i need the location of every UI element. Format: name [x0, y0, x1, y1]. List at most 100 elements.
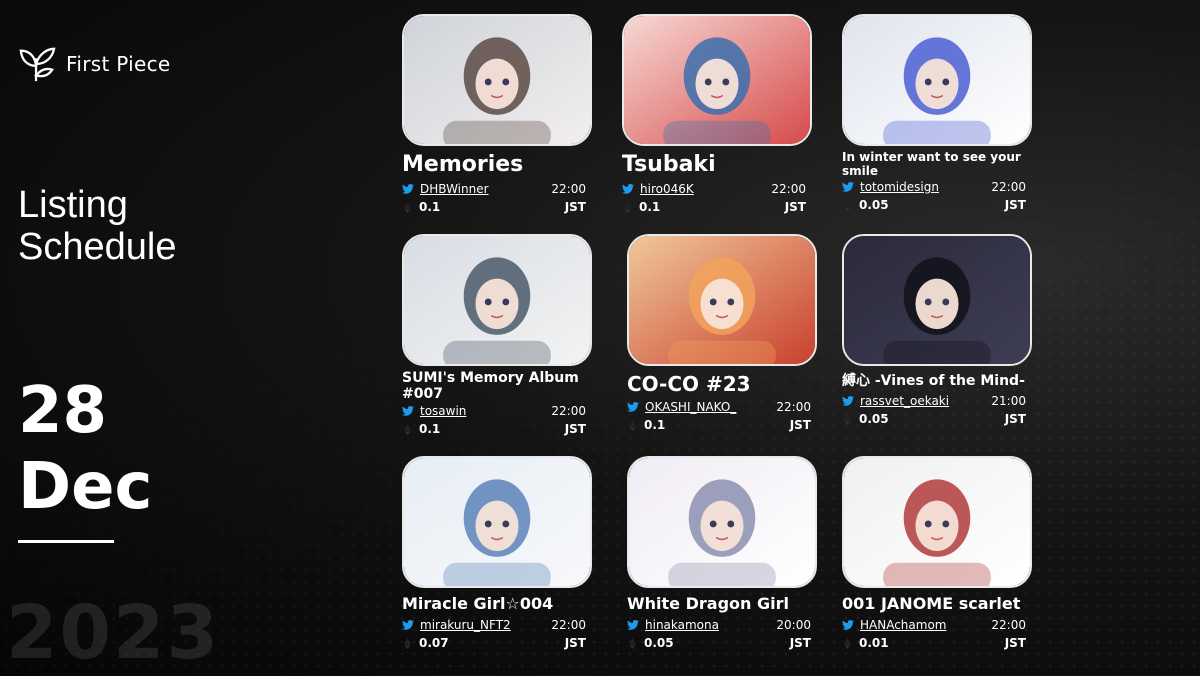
meta-row-creator: OKASHI_NAKO_ 22:00: [627, 398, 811, 416]
meta-row-creator: DHBWinner 22:00: [402, 180, 586, 198]
nft-card[interactable]: Memories DHBWinner 22:00 0.1 JST: [402, 14, 602, 216]
listing-time: 21:00: [991, 394, 1026, 408]
ethereum-icon: [404, 637, 411, 649]
meta-row-price: 0.1 JST: [627, 416, 811, 434]
ethereum-icon: [629, 637, 636, 649]
nft-card[interactable]: Tsubaki hiro046K 22:00 0.1 JST: [622, 14, 822, 216]
meta-row-creator: tosawin 22:00: [402, 402, 586, 420]
price-value: 0.05: [859, 412, 889, 426]
ethereum-icon: [844, 637, 851, 649]
meta-row-creator: rassvet_oekaki 21:00: [842, 392, 1026, 410]
timezone-label: JST: [784, 200, 806, 214]
ethereum-icon: [404, 423, 411, 435]
listing-time: 20:00: [776, 618, 811, 632]
creator-handle-link[interactable]: hiro046K: [640, 182, 694, 196]
ethereum-icon: [844, 199, 851, 211]
price-value: 0.01: [859, 636, 889, 650]
artwork-title: In winter want to see your smile: [842, 150, 1021, 178]
timezone-label: JST: [564, 200, 586, 214]
nft-card[interactable]: White Dragon Girl hinakamona 20:00 0.05 …: [627, 456, 827, 652]
nft-card[interactable]: CO-CO #23 OKASHI_NAKO_ 22:00 0.1 JST: [627, 234, 827, 434]
timezone-label: JST: [1004, 198, 1026, 212]
artwork-image: [629, 458, 815, 586]
timezone-label: JST: [564, 636, 586, 650]
price: 0.1: [402, 200, 440, 214]
artwork-thumbnail[interactable]: [402, 14, 592, 146]
creator: OKASHI_NAKO_: [627, 400, 736, 414]
nft-card[interactable]: Miracle Girl☆004 mirakuru_NFT2 22:00 0.0…: [402, 456, 602, 652]
artwork-thumbnail[interactable]: [627, 456, 817, 588]
listing-time: 22:00: [991, 618, 1026, 632]
twitter-bird-icon: [627, 402, 639, 412]
artwork-thumbnail[interactable]: [402, 234, 592, 366]
twitter-bird-icon: [402, 184, 414, 194]
price: 0.05: [627, 636, 674, 650]
meta-row-price: 0.05 JST: [627, 634, 811, 652]
artwork-title: Miracle Girl☆004: [402, 594, 554, 613]
twitter-bird-icon: [842, 182, 854, 192]
artwork-thumbnail[interactable]: [622, 14, 812, 146]
artwork-title: Tsubaki: [622, 152, 716, 177]
artwork-thumbnail[interactable]: [842, 14, 1032, 146]
price: 0.1: [627, 418, 665, 432]
timezone-label: JST: [1004, 636, 1026, 650]
meta-row-creator: HANAchamom 22:00: [842, 616, 1026, 634]
meta-row-price: 0.1 JST: [402, 420, 586, 438]
creator-handle-link[interactable]: mirakuru_NFT2: [420, 618, 511, 632]
artwork-thumbnail[interactable]: [627, 234, 817, 366]
artwork-image: [404, 236, 590, 364]
twitter-bird-icon: [622, 184, 634, 194]
creator-handle-link[interactable]: DHBWinner: [420, 182, 489, 196]
timezone-label: JST: [1004, 412, 1026, 426]
page-heading: Listing Schedule: [18, 184, 258, 268]
artwork-image: [629, 236, 815, 364]
artwork-image: [624, 16, 810, 144]
twitter-bird-icon: [627, 620, 639, 630]
ethereum-icon: [844, 413, 851, 425]
creator: totomidesign: [842, 180, 939, 194]
creator: HANAchamom: [842, 618, 946, 632]
ethereum-icon: [404, 201, 411, 213]
creator: rassvet_oekaki: [842, 394, 949, 408]
nft-card[interactable]: 縛心 -Vines of the Mind- rassvet_oekaki 21…: [842, 234, 1042, 428]
heading-line-2: Schedule: [18, 226, 177, 268]
twitter-bird-icon: [402, 620, 414, 630]
creator-handle-link[interactable]: totomidesign: [860, 180, 939, 194]
price: 0.05: [842, 198, 889, 212]
artwork-image: [844, 16, 1030, 144]
price-value: 0.1: [639, 200, 661, 214]
creator-handle-link[interactable]: hinakamona: [645, 618, 719, 632]
artwork-thumbnail[interactable]: [842, 234, 1032, 366]
price-value: 0.07: [419, 636, 449, 650]
price-value: 0.05: [644, 636, 674, 650]
artwork-image: [844, 236, 1030, 364]
timezone-label: JST: [564, 422, 586, 436]
brand-name: First Piece: [66, 52, 171, 76]
leaf-logo-icon: [19, 47, 56, 82]
date-day: 28: [18, 374, 108, 448]
meta-row-creator: hiro046K 22:00: [622, 180, 806, 198]
timezone-label: JST: [789, 636, 811, 650]
meta-row-price: 0.05 JST: [842, 196, 1026, 214]
nft-card[interactable]: In winter want to see your smile totomid…: [842, 14, 1042, 214]
nft-card[interactable]: SUMI's Memory Album #007 tosawin 22:00 0…: [402, 234, 602, 438]
price: 0.1: [402, 422, 440, 436]
creator: mirakuru_NFT2: [402, 618, 511, 632]
artwork-thumbnail[interactable]: [842, 456, 1032, 588]
price: 0.1: [622, 200, 660, 214]
price: 0.05: [842, 412, 889, 426]
creator-handle-link[interactable]: rassvet_oekaki: [860, 394, 949, 408]
creator-handle-link[interactable]: tosawin: [420, 404, 466, 418]
price: 0.07: [402, 636, 449, 650]
artwork-title: SUMI's Memory Album #007: [402, 370, 579, 402]
price-value: 0.05: [859, 198, 889, 212]
meta-row-creator: hinakamona 20:00: [627, 616, 811, 634]
timezone-label: JST: [789, 418, 811, 432]
creator-handle-link[interactable]: OKASHI_NAKO_: [645, 400, 736, 414]
ethereum-icon: [629, 419, 636, 431]
twitter-bird-icon: [402, 406, 414, 416]
nft-card[interactable]: 001 JANOME scarlet HANAchamom 22:00 0.01…: [842, 456, 1042, 652]
creator-handle-link[interactable]: HANAchamom: [860, 618, 946, 632]
artwork-thumbnail[interactable]: [402, 456, 592, 588]
artwork-title: 縛心 -Vines of the Mind-: [842, 373, 1025, 389]
